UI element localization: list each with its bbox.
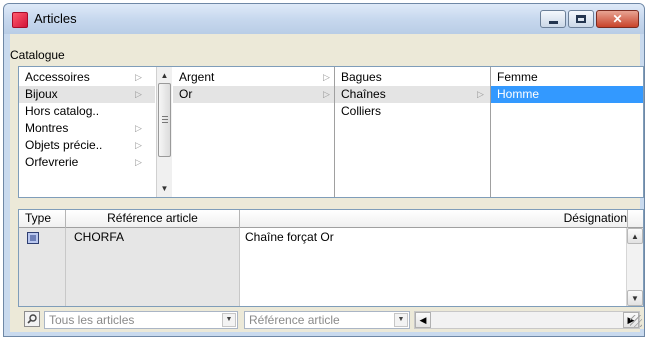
field-select-value: Référence article xyxy=(249,313,340,327)
scroll-up-icon[interactable]: ▲ xyxy=(627,228,643,244)
filter-bar: Tous les articles ▼ Référence article ▼ … xyxy=(18,307,644,329)
catalog-column-2[interactable]: Argent ▷ Or ▷ xyxy=(173,67,335,197)
chevron-right-icon: ▷ xyxy=(135,140,142,150)
scroll-left-icon[interactable]: ◀ xyxy=(415,312,431,328)
article-icon xyxy=(27,232,39,244)
cell-designation: Chaîne forçat Or xyxy=(245,230,334,244)
catalog-column-1-scrollbar[interactable]: ▲ ▼ xyxy=(156,67,172,197)
list-item[interactable]: Femme xyxy=(491,69,643,86)
table-row[interactable]: CHORFA Chaîne forçat Or xyxy=(19,228,626,246)
catalog-column-1[interactable]: Accessoires ▷ Bijoux ▷ Hors catalog.. Mont… xyxy=(19,67,155,197)
chevron-right-icon: ▷ xyxy=(477,89,484,99)
scroll-thumb[interactable] xyxy=(158,83,171,157)
table-horizontal-scrollbar[interactable]: ◀ ▶ xyxy=(414,311,640,329)
list-item[interactable]: Hors catalog.. xyxy=(19,103,155,120)
scroll-down-icon[interactable]: ▼ xyxy=(157,181,172,196)
list-item-label: Hors catalog.. xyxy=(25,104,100,118)
scope-select[interactable]: Tous les articles ▼ xyxy=(44,311,238,329)
list-item[interactable]: Accessoires ▷ xyxy=(19,69,155,86)
close-icon: ✕ xyxy=(612,12,623,26)
field-select[interactable]: Référence article ▼ xyxy=(244,311,410,329)
list-item[interactable]: Argent ▷ xyxy=(173,69,334,86)
chevron-right-icon: ▷ xyxy=(323,89,330,99)
column-header-type[interactable]: Type xyxy=(19,210,66,228)
chevron-right-icon: ▷ xyxy=(135,89,142,99)
maximize-icon xyxy=(576,15,586,23)
list-item-label: Femme xyxy=(497,70,538,84)
list-item-label: Objets précie.. xyxy=(25,138,103,152)
chevron-right-icon: ▷ xyxy=(135,123,142,133)
chevron-right-icon: ▷ xyxy=(135,72,142,82)
table-body: CHORFA Chaîne forçat Or xyxy=(19,228,626,306)
list-item-label: Chaînes xyxy=(341,87,386,101)
app-icon xyxy=(12,12,28,28)
column-header-reference[interactable]: Référence article xyxy=(66,210,240,228)
chevron-right-icon: ▷ xyxy=(135,157,142,167)
articles-table: Type Référence article Désignation CHORF… xyxy=(18,209,644,307)
list-item-label: Argent xyxy=(179,70,215,84)
list-item[interactable]: Montres ▷ xyxy=(19,120,155,137)
search-icon xyxy=(27,314,37,324)
list-item-label: Montres xyxy=(25,121,69,135)
list-item[interactable]: Bagues xyxy=(335,69,490,86)
scroll-down-icon[interactable]: ▼ xyxy=(627,290,643,306)
list-item-label: Orfevrerie xyxy=(25,155,79,169)
list-item[interactable]: Objets précie.. ▷ xyxy=(19,137,155,154)
list-item[interactable]: Homme xyxy=(491,86,643,103)
chevron-down-icon[interactable]: ▼ xyxy=(394,313,408,327)
list-item-label: Accessoires xyxy=(25,70,90,84)
list-item[interactable]: Colliers xyxy=(335,103,490,120)
catalog-browser: Accessoires ▷ Bijoux ▷ Hors catalog.. Mont… xyxy=(18,66,644,198)
list-item-label: Bagues xyxy=(341,70,382,84)
window-title: Articles xyxy=(34,11,77,26)
resize-grip-icon[interactable] xyxy=(630,315,642,327)
title-bar[interactable]: Articles ✕ xyxy=(4,4,644,34)
table-vertical-scrollbar[interactable]: ▲ ▼ xyxy=(626,228,643,306)
list-item-label: Homme xyxy=(497,87,540,101)
chevron-right-icon: ▷ xyxy=(323,72,330,82)
table-header: Type Référence article Désignation xyxy=(19,210,643,228)
scope-select-value: Tous les articles xyxy=(49,313,135,327)
list-item[interactable]: Bijoux ▷ xyxy=(19,86,155,103)
catalog-column-3[interactable]: Bagues Chaînes ▷ Colliers xyxy=(335,67,491,197)
articles-window: Articles ✕ Catalogue Accessoires ▷ Bijoux… xyxy=(3,3,645,337)
list-item-label: Bijoux xyxy=(25,87,58,101)
scroll-up-icon[interactable]: ▲ xyxy=(157,68,172,83)
list-item-label: Colliers xyxy=(341,104,382,118)
close-button[interactable]: ✕ xyxy=(596,10,639,28)
catalog-label: Catalogue xyxy=(10,48,65,62)
minimize-button[interactable] xyxy=(540,10,566,28)
column-header-designation[interactable]: Désignation xyxy=(240,210,628,228)
minimize-icon xyxy=(548,20,558,24)
chevron-down-icon[interactable]: ▼ xyxy=(222,313,236,327)
cell-reference: CHORFA xyxy=(74,230,125,244)
maximize-button[interactable] xyxy=(568,10,594,28)
search-button[interactable] xyxy=(24,311,40,327)
list-item[interactable]: Chaînes ▷ xyxy=(335,86,490,103)
catalog-column-4[interactable]: Femme Homme xyxy=(491,67,643,197)
list-item-label: Or xyxy=(179,87,193,101)
list-item[interactable]: Orfevrerie ▷ xyxy=(19,154,155,171)
list-item[interactable]: Or ▷ xyxy=(173,86,334,103)
